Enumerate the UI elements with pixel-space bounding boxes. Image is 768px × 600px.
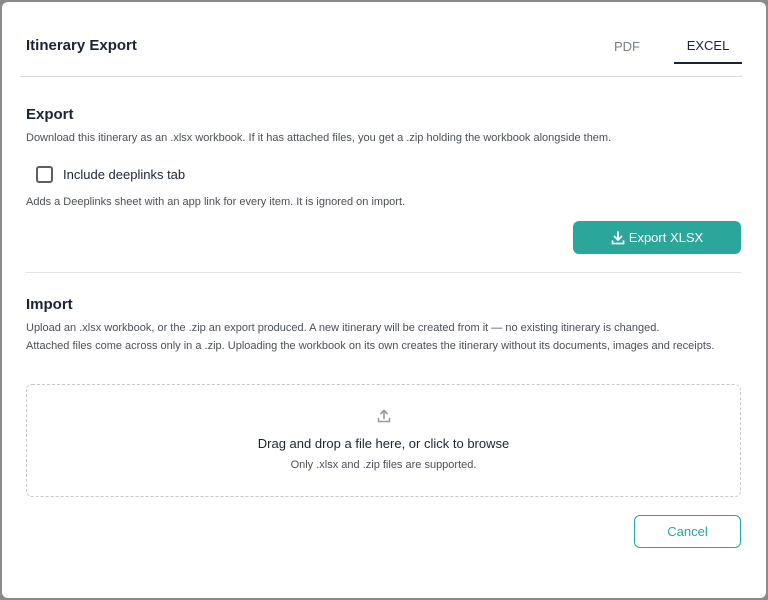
include-deeplinks-label: Include deeplinks tab	[63, 167, 186, 182]
export-description: Download this itinerary as an .xlsx work…	[26, 132, 612, 144]
download-icon	[611, 230, 625, 244]
upload-icon	[377, 409, 391, 423]
dropzone-text: Drag and drop a file here, or click to b…	[257, 436, 510, 451]
section-divider	[26, 272, 741, 273]
dropzone-subtext: Only .xlsx and .zip files are supported.	[290, 459, 477, 471]
import-description: Upload an .xlsx workbook, or the .zip an…	[26, 322, 660, 334]
deeplinks-help-text: Adds a Deeplinks sheet with an app link …	[26, 196, 406, 208]
file-dropzone[interactable]: Drag and drop a file here, or click to b…	[26, 384, 741, 497]
include-deeplinks-option[interactable]: Include deeplinks tab	[36, 166, 185, 183]
import-attachments-note: Attached files come across only in a .zi…	[26, 340, 715, 352]
dialog-title: Itinerary Export	[26, 37, 137, 54]
export-xlsx-button[interactable]: Export XLSX	[573, 221, 741, 254]
tab-pdf[interactable]: PDF	[596, 28, 658, 64]
export-heading: Export	[26, 106, 74, 123]
format-tabs: PDF EXCEL	[596, 28, 742, 64]
tab-excel[interactable]: EXCEL	[674, 28, 742, 64]
dialog-header: Itinerary Export PDF EXCEL	[2, 2, 766, 78]
import-heading: Import	[26, 296, 73, 313]
export-xlsx-label: Export XLSX	[628, 230, 704, 245]
itinerary-export-dialog: Itinerary Export PDF EXCEL Export Downlo…	[2, 2, 766, 598]
cancel-button[interactable]: Cancel	[634, 515, 741, 548]
header-divider	[20, 76, 742, 77]
include-deeplinks-checkbox[interactable]	[36, 166, 53, 183]
